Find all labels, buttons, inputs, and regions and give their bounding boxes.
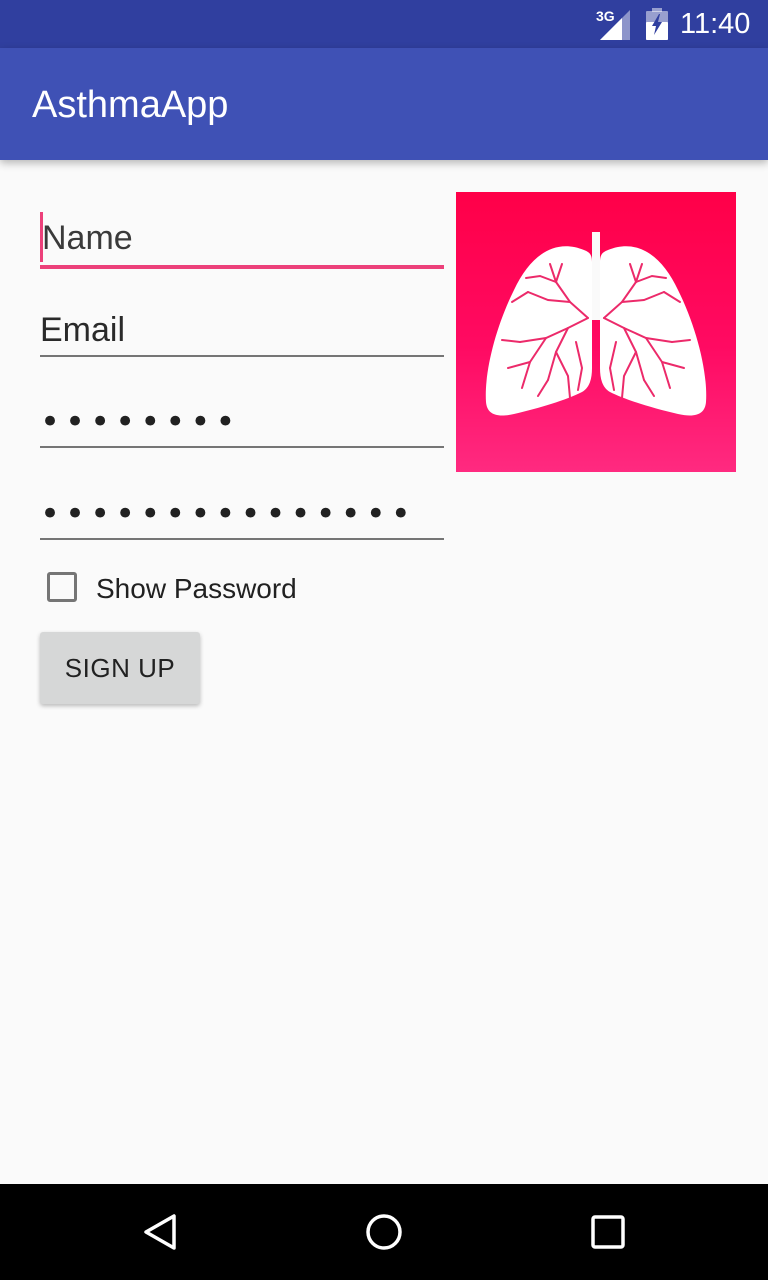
email-underline [40,355,444,357]
home-icon[interactable] [360,1208,408,1256]
status-bar: 3G 11:40 [0,0,768,48]
network-status: 3G [594,6,634,40]
screen: 3G 11:40 AsthmaApp Name Email •••••••• •… [0,0,768,1280]
recents-icon[interactable] [584,1208,632,1256]
confirm-password-field[interactable]: ••••••••••••••• [40,490,444,550]
sign-up-button[interactable]: SIGN UP [40,632,200,704]
email-placeholder: Email [40,311,126,349]
password-field[interactable]: •••••••• [40,398,444,458]
logo-image [456,192,736,472]
show-password-label: Show Password [96,573,297,604]
email-field[interactable]: Email [40,308,444,368]
name-underline [40,265,444,269]
checkbox-box[interactable] [47,572,77,602]
show-password-checkbox[interactable]: Show Password [40,566,360,614]
signal-icon [600,10,630,40]
password-underline [40,446,444,448]
clock: 11:40 [680,8,751,40]
name-placeholder: Name [42,219,133,257]
navigation-bar [0,1184,768,1280]
lungs-icon [485,232,707,416]
battery-icon [646,8,668,40]
confirm-password-value: ••••••••••••••• [40,494,416,534]
back-icon[interactable] [136,1208,184,1256]
password-value: •••••••• [40,402,241,442]
confirm-password-underline [40,538,444,540]
app-title: AsthmaApp [32,84,229,126]
name-field[interactable]: Name [40,212,444,272]
sign-up-label: SIGN UP [64,653,176,683]
app-bar: AsthmaApp [0,48,768,160]
